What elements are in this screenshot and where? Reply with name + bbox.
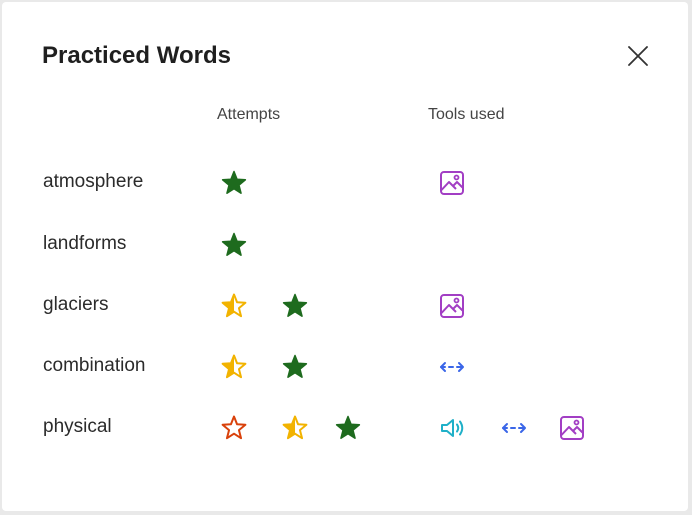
- attempt-star-correct-icon: [214, 163, 254, 203]
- attempt-star-partial-icon: [214, 347, 254, 387]
- attempt-star-correct-icon: [275, 286, 315, 326]
- word-label: atmosphere: [43, 171, 144, 192]
- attempt-star-partial-icon: [275, 408, 315, 448]
- image-icon: [432, 286, 472, 326]
- speaker-icon: [432, 408, 472, 448]
- word-label: physical: [43, 416, 112, 437]
- word-label: landforms: [43, 233, 127, 254]
- attempt-star-wrong-icon: [214, 408, 254, 448]
- attempt-star-correct-icon: [214, 225, 254, 265]
- syllables-icon: [494, 408, 534, 448]
- word-row: glaciers: [2, 286, 688, 326]
- syllables-icon: [432, 347, 472, 387]
- attempts-column-header: Attempts: [217, 106, 281, 123]
- word-row: combination: [2, 347, 688, 387]
- attempt-star-correct-icon: [328, 408, 368, 448]
- word-row: physical: [2, 408, 688, 448]
- close-button[interactable]: [624, 42, 652, 70]
- image-icon: [552, 408, 592, 448]
- close-icon: [628, 46, 648, 66]
- attempt-star-correct-icon: [275, 347, 315, 387]
- image-icon: [432, 163, 472, 203]
- practiced-words-dialog: Practiced Words Attempts Tools used atmo…: [2, 2, 688, 511]
- attempt-star-partial-icon: [214, 286, 254, 326]
- word-row: landforms: [2, 225, 688, 265]
- tools-used-column-header: Tools used: [428, 106, 505, 123]
- dialog-title: Practiced Words: [42, 42, 231, 69]
- word-row: atmosphere: [2, 163, 688, 203]
- word-label: glaciers: [43, 294, 109, 315]
- word-label: combination: [43, 355, 146, 376]
